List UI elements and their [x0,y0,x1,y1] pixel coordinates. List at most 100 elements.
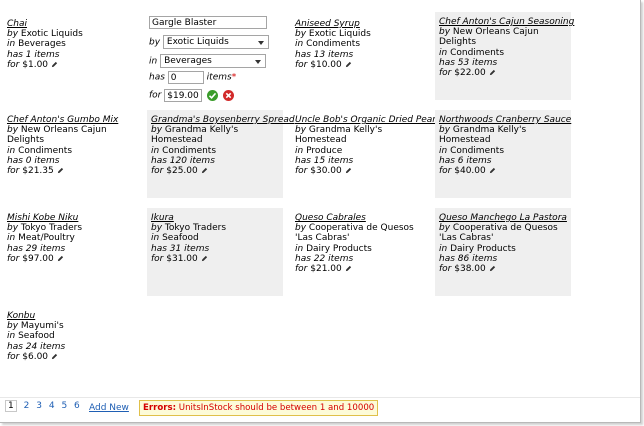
unit-price: $31.00 [166,253,198,264]
category-name: Beverages [18,39,66,50]
pencil-edit-icon[interactable] [489,265,496,272]
pencil-edit-icon[interactable] [489,69,496,76]
category-name: Meat/Poultry [18,233,75,244]
pencil-edit-icon[interactable] [57,255,64,262]
unit-price: $30.00 [310,166,342,177]
unit-price-input[interactable] [164,89,203,102]
product-name-link[interactable]: Chai [7,19,135,29]
unit-price: $22.00 [454,68,486,79]
product-card: Mishi Kobe Niku by Tokyo Traders in Meat… [3,208,139,298]
product-name-link[interactable]: Queso Manchego La Pastora [439,213,567,223]
product-card: Chef Anton's Cajun Seasoning by New Orle… [435,12,574,100]
unit-price: $21.00 [310,264,342,275]
supplier-name: New Orleans Cajun Delights [439,27,539,48]
units-in-stock: 0 [25,155,32,166]
pencil-edit-icon[interactable] [489,167,496,174]
pencil-edit-icon[interactable] [201,255,208,262]
pager: 1 2 3 4 5 6 [5,400,84,412]
product-name-link[interactable]: Chef Anton's Gumbo Mix [7,115,135,125]
pencil-edit-icon[interactable] [57,167,64,174]
units-in-stock: 29 [25,243,38,254]
cancel-x-icon[interactable] [223,89,234,101]
product-card: Queso Manchego La Pastora by Cooperativa… [435,208,571,296]
validation-errors: Errors: UnitsInStock should be between 1… [139,400,379,416]
unit-price: $97.00 [22,253,54,264]
supplier-name: Cooperativa de Quesos 'Las Cabras' [439,223,558,244]
supplier-name: Tokyo Traders [20,223,83,234]
category-name: Dairy Products [450,243,516,254]
pager-page-link[interactable]: 4 [49,401,55,411]
units-in-stock: 53 [457,57,470,68]
product-name-link[interactable]: Konbu [7,311,135,321]
product-name-link[interactable]: Mishi Kobe Niku [7,213,135,223]
supplier-name: Exotic Liquids [308,29,371,40]
category-name: Condiments [450,145,505,156]
units-in-stock: 6 [457,155,464,166]
add-new-link[interactable]: Add New [89,403,129,413]
category-name: Seafood [18,331,55,342]
units-in-stock: 1 [25,49,32,60]
product-name-link[interactable]: Northwoods Cranberry Sauce [439,115,571,125]
units-in-stock-input[interactable] [167,71,204,84]
unit-price: $1.00 [22,59,49,70]
pencil-edit-icon[interactable] [201,167,208,174]
errors-message: UnitsInStock should be between 1 and 100… [178,403,375,413]
product-card: Konbu by Mayumi's in Seafood has 24 item… [3,306,139,396]
product-card: Queso Cabrales by Cooperativa de Quesos … [291,208,427,298]
product-card: Ikura by Tokyo Traders in Seafood has 31… [147,208,283,296]
product-card: Chef Anton's Gumbo Mix by New Orleans Ca… [3,110,139,200]
category-name: Condiments [306,39,361,50]
product-card: Northwoods Cranberry Sauce by Grandma Ke… [435,110,571,198]
supplier-name: Grandma Kelly's Homestead [439,125,527,146]
category-select[interactable]: Beverages [160,54,267,68]
pager-page-link[interactable]: 5 [61,401,67,411]
pencil-edit-icon[interactable] [345,61,352,68]
save-check-icon[interactable] [207,89,219,101]
errors-label: Errors: [143,403,177,413]
category-name: Dairy Products [306,243,372,254]
product-name-link[interactable]: Grandma's Boysenberry Spread [151,115,295,125]
product-edit-form: by Exotic Liquids in Beverages has items… [147,14,282,106]
pencil-edit-icon[interactable] [51,61,58,68]
unit-price: $38.00 [454,264,486,275]
supplier-name: Exotic Liquids [20,29,83,40]
category-name: Condiments [162,145,217,156]
product-card: Uncle Bob's Organic Dried Pears by Grand… [295,115,441,177]
supplier-name: New Orleans Cajun Delights [7,125,107,146]
pencil-edit-icon[interactable] [345,265,352,272]
product-name-link[interactable]: Aniseed Syrup [295,19,423,29]
unit-price: $40.00 [454,166,486,177]
units-in-stock: 24 [25,341,38,352]
product-card: Grandma's Boysenberry Spread by Grandma … [147,110,295,198]
units-in-stock: 120 [169,155,187,166]
pager-page-link[interactable]: 3 [36,401,42,411]
pencil-edit-icon[interactable] [51,353,58,360]
footer-divider [0,397,640,398]
units-in-stock: 13 [313,49,326,60]
chevron-down-icon [257,41,264,45]
product-name-link[interactable]: Queso Cabrales [295,213,423,223]
product-name-link[interactable]: Chef Anton's Cajun Seasoning [439,17,574,27]
required-marker: * [231,72,237,83]
supplier-select[interactable]: Exotic Liquids [162,35,269,49]
category-name: Condiments [450,47,505,58]
category-name: Condiments [18,145,73,156]
units-in-stock: 31 [169,243,182,254]
supplier-name: Cooperativa de Quesos 'Las Cabras' [295,223,414,244]
pencil-edit-icon[interactable] [345,167,352,174]
supplier-name: Mayumi's [20,321,64,332]
category-name: Produce [306,145,343,156]
product-name-link[interactable]: Ikura [151,213,279,223]
supplier-name: Tokyo Traders [164,223,227,234]
unit-price: $21.35 [22,166,54,177]
supplier-name: Grandma Kelly's Homestead [151,125,239,146]
pager-current-page: 1 [5,400,17,412]
pager-page-link[interactable]: 6 [74,401,80,411]
product-name-input[interactable] [149,16,267,29]
supplier-name: Grandma Kelly's Homestead [295,125,383,146]
product-card: Aniseed Syrup by Exotic Liquids in Condi… [291,14,427,104]
units-in-stock: 22 [313,253,326,264]
product-name-link[interactable]: Uncle Bob's Organic Dried Pears [295,115,441,125]
pager-page-link[interactable]: 2 [24,401,30,411]
unit-price: $6.00 [22,351,49,362]
